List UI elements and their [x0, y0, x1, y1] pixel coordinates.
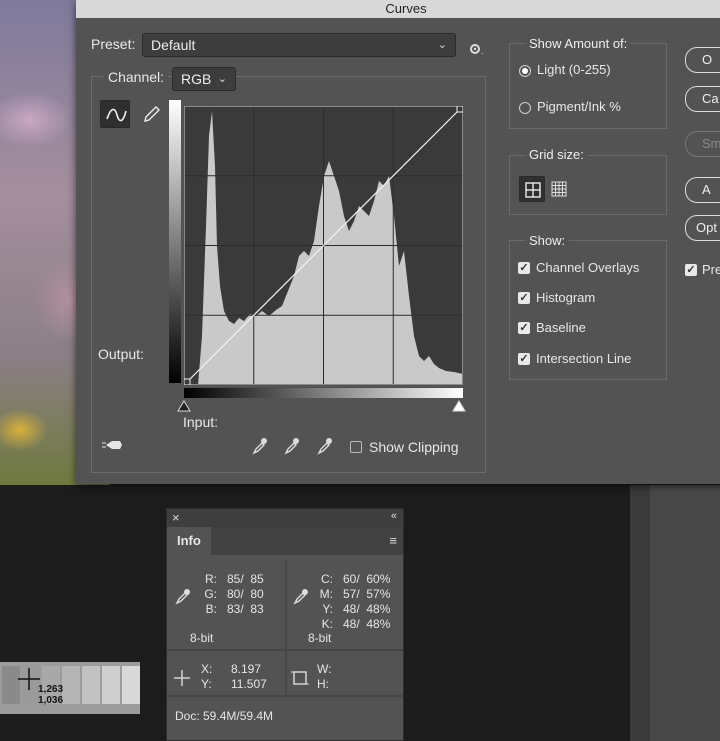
cancel-button[interactable]: Ca — [685, 86, 720, 112]
black-eyedropper-icon[interactable] — [252, 437, 268, 455]
chevron-down-icon: ⌄ — [217, 73, 227, 85]
xy-labels: X: Y: — [201, 662, 213, 691]
histogram-checkbox[interactable]: ✓ — [518, 292, 530, 304]
input-label: Input: — [183, 414, 219, 430]
wh-labels: W: H: — [317, 662, 332, 691]
preset-value: Default — [151, 37, 196, 53]
grid-4-icon — [525, 182, 541, 198]
white-eyedropper-icon[interactable] — [317, 437, 333, 455]
curves-graph-svg — [183, 105, 464, 386]
options-button[interactable]: Opt — [685, 215, 720, 241]
simple-grid-button[interactable] — [519, 176, 545, 202]
intersection-line-label: Intersection Line — [536, 351, 632, 366]
crosshair-cursor-icon — [18, 668, 40, 690]
show-amount-group — [509, 43, 667, 129]
show-clipping-label: Show Clipping — [369, 439, 459, 455]
white-point-slider-icon[interactable] — [452, 400, 466, 412]
bit-depth-left: 8-bit — [190, 631, 214, 645]
light-radio[interactable] — [519, 65, 531, 77]
info-divider-vertical-2 — [285, 651, 287, 695]
doc-size: Doc: 59.4M/59.4M — [175, 709, 274, 723]
detailed-grid-icon[interactable] — [551, 181, 567, 197]
rgb-labels: R: G: B: — [204, 572, 217, 616]
histogram-label: Histogram — [536, 290, 596, 305]
dialog-title: Curves — [76, 0, 720, 18]
baseline-label: Baseline — [536, 320, 586, 335]
curve-black-point — [183, 378, 191, 386]
bit-depth-right: 8-bit — [308, 631, 332, 645]
baseline-checkbox[interactable]: ✓ — [518, 322, 530, 334]
output-gradient-bar — [169, 100, 181, 383]
info-panel-header: × « — [167, 509, 403, 527]
preview-label: Pre — [702, 262, 720, 277]
gray-eyedropper-icon[interactable] — [284, 437, 300, 455]
pencil-icon — [144, 106, 160, 122]
input-gradient-bar — [184, 388, 463, 398]
cursor-readout: 1,263 1,036 — [38, 684, 64, 706]
curves-dialog: Curves Preset: Default ⌄ . Channel: RGB … — [76, 0, 720, 484]
chevron-down-icon: ⌄ — [437, 39, 447, 51]
cmyk-labels: C: M: Y: K: — [319, 572, 333, 631]
rgb-values: 85/ 85 80/ 80 83/ 83 — [227, 572, 264, 616]
intersection-line-checkbox[interactable]: ✓ — [518, 353, 530, 365]
target-adjustment-hand-icon[interactable] — [102, 437, 124, 453]
panel-menu-icon[interactable]: ≡ — [389, 533, 397, 548]
crosshair-icon — [174, 670, 190, 686]
show-amount-title: Show Amount of: — [525, 36, 632, 51]
show-title: Show: — [525, 233, 570, 248]
light-option-label: Light (0-255) — [537, 62, 611, 77]
channel-overlays-checkbox[interactable]: ✓ — [518, 262, 530, 274]
channel-value: RGB — [181, 71, 212, 87]
preset-select[interactable]: Default ⌄ — [142, 33, 456, 57]
auto-button[interactable]: A — [685, 177, 720, 203]
curve-white-point — [456, 105, 464, 113]
workspace-panel-edge-2 — [650, 485, 720, 741]
preview-checkbox[interactable]: ✓ — [685, 264, 697, 276]
info-panel: × « Info ≡ R: G: B: 85/ 85 80/ 80 83/ 83… — [166, 508, 404, 741]
cmyk-values: 60/ 60% 57/ 57% 48/ 48% 48/ 48% — [343, 572, 391, 631]
svg-text:.: . — [481, 47, 484, 56]
pencil-tool-button[interactable] — [136, 100, 166, 128]
pigment-option-label: Pigment/Ink % — [537, 99, 621, 114]
output-label: Output: — [98, 346, 144, 362]
preset-label: Preset: — [91, 36, 136, 52]
curves-graph[interactable] — [183, 105, 464, 386]
xy-values: 8.197 11.507 — [231, 662, 267, 691]
curve-point-tool-button[interactable] — [100, 100, 130, 128]
channel-overlays-label: Channel Overlays — [536, 260, 640, 275]
ok-button[interactable]: O — [685, 47, 720, 73]
info-divider-horizontal-2 — [167, 695, 403, 697]
gray-card-strip: 1,263 1,036 — [0, 662, 140, 714]
sampler-eyedropper-icon-2[interactable] — [293, 587, 311, 605]
selection-size-icon — [291, 671, 309, 685]
channel-select[interactable]: RGB ⌄ — [172, 67, 236, 91]
tab-info[interactable]: Info — [167, 527, 211, 555]
curve-wave-icon — [106, 108, 127, 122]
smooth-button[interactable]: Sm — [685, 131, 720, 157]
collapse-icon[interactable]: « — [391, 510, 397, 522]
info-divider-vertical — [285, 561, 287, 649]
pigment-radio[interactable] — [519, 102, 531, 114]
preset-options-gear-icon[interactable]: . — [469, 42, 487, 56]
close-icon[interactable]: × — [172, 510, 180, 525]
sampler-eyedropper-icon[interactable] — [175, 587, 193, 605]
channel-label: Channel: — [104, 69, 169, 85]
grid-size-title: Grid size: — [525, 147, 588, 162]
show-clipping-checkbox[interactable] — [350, 441, 362, 453]
tab-bar: ≡ — [211, 527, 403, 555]
black-point-slider-icon[interactable] — [177, 400, 191, 412]
